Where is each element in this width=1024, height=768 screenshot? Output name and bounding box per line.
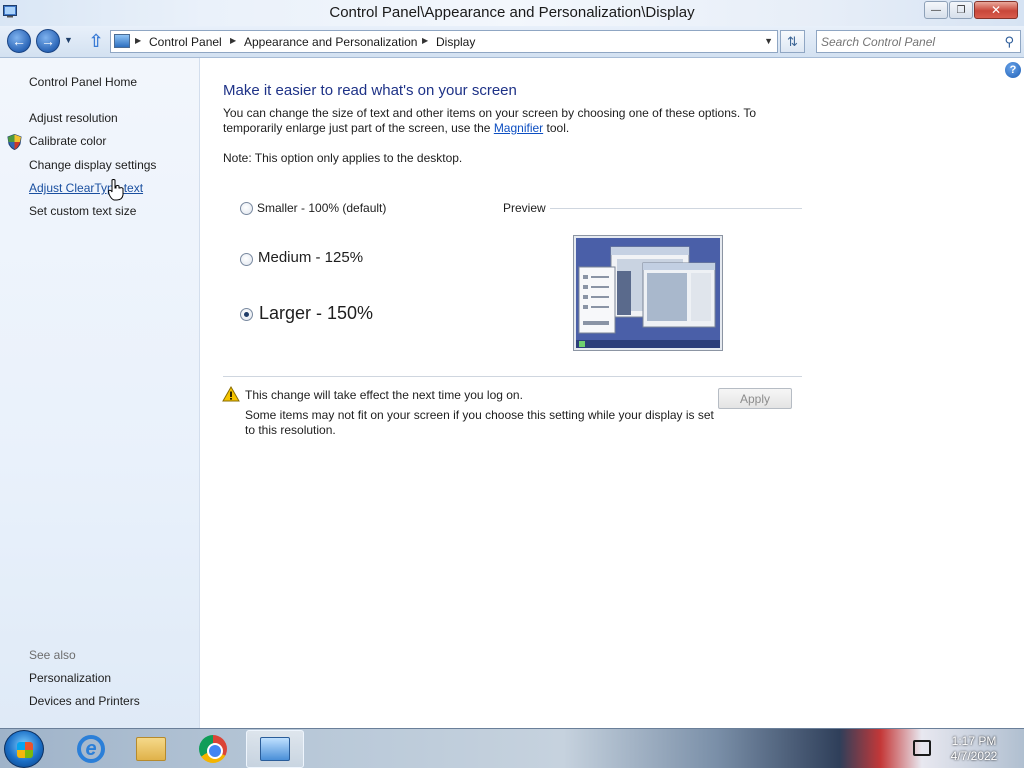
breadcrumb-control-panel[interactable]: Control Panel xyxy=(149,35,222,49)
radio-larger[interactable] xyxy=(240,308,253,321)
apply-button[interactable]: Apply xyxy=(718,388,792,409)
uac-shield-icon xyxy=(7,134,22,150)
window-title: Control Panel\Appearance and Personaliza… xyxy=(329,4,695,21)
search-input[interactable] xyxy=(821,34,996,50)
search-icon[interactable]: ⚲ xyxy=(1004,34,1014,50)
breadcrumb-separator-icon[interactable]: ▶ xyxy=(135,36,141,45)
close-icon: ✕ xyxy=(990,3,1002,17)
breadcrumb-appearance[interactable]: Appearance and Personalization xyxy=(244,35,417,49)
taskbar-google-chrome[interactable] xyxy=(184,730,242,768)
desktop-note: Note: This option only applies to the de… xyxy=(223,151,463,165)
radio-medium[interactable] xyxy=(240,253,253,266)
refresh-icon: ⇅ xyxy=(787,34,798,49)
internet-explorer-icon: e xyxy=(77,735,105,763)
preview-divider xyxy=(550,208,802,209)
clock-time: 1:17 PM xyxy=(951,734,997,748)
clock-date: 4/7/2022 xyxy=(950,749,998,763)
warning-icon xyxy=(222,386,240,402)
forward-button[interactable]: → xyxy=(36,29,60,53)
preview-thumbnail xyxy=(573,235,723,351)
refresh-button[interactable]: ⇅ xyxy=(780,30,805,53)
preview-label: Preview xyxy=(503,201,546,215)
description-text-end: tool. xyxy=(543,121,570,135)
back-button[interactable]: ← xyxy=(7,29,31,53)
forward-arrow-icon: → xyxy=(41,33,55,49)
magnifier-link[interactable]: Magnifier xyxy=(494,121,543,135)
sidebar-item-adjust-cleartype[interactable]: Adjust ClearType text xyxy=(29,181,143,195)
title-bar: Control Panel\Appearance and Personaliza… xyxy=(0,0,1024,26)
folder-icon xyxy=(136,737,166,761)
taskbar: e 1:17 PM 4/7/2022 xyxy=(0,728,1024,768)
chrome-icon xyxy=(199,735,227,763)
taskbar-control-panel[interactable] xyxy=(246,730,304,768)
chevron-down-icon: ▼ xyxy=(64,35,73,45)
taskbar-internet-explorer[interactable]: e xyxy=(62,730,120,768)
page-description: You can change the size of text and othe… xyxy=(223,106,783,136)
hand-cursor-icon xyxy=(108,179,124,201)
page-title: Make it easier to read what's on your sc… xyxy=(223,82,517,99)
sidebar-item-devices-printers[interactable]: Devices and Printers xyxy=(29,694,140,708)
up-arrow-icon: ⇧ xyxy=(88,31,104,51)
sidebar-item-custom-text-size[interactable]: Set custom text size xyxy=(29,204,136,218)
restore-button[interactable]: ❐ xyxy=(949,1,973,19)
window-controls: — ❐ ✕ xyxy=(923,1,1018,19)
start-button[interactable] xyxy=(4,730,44,768)
option-label-medium[interactable]: Medium - 125% xyxy=(258,249,363,266)
network-icon[interactable] xyxy=(913,740,931,756)
breadcrumb-display[interactable]: Display xyxy=(436,35,475,49)
taskbar-windows-explorer[interactable] xyxy=(122,730,180,768)
search-box[interactable]: ⚲ xyxy=(816,30,1021,53)
breadcrumb-separator-icon[interactable]: ▶ xyxy=(422,36,428,45)
recent-pages-dropdown[interactable]: ▼ xyxy=(64,35,73,45)
address-dropdown-icon[interactable]: ▼ xyxy=(764,36,773,46)
task-pane: Control Panel Home Adjust resolution Cal… xyxy=(0,58,200,728)
control-panel-icon xyxy=(114,34,130,48)
sidebar-item-adjust-resolution[interactable]: Adjust resolution xyxy=(29,111,118,125)
warning-detail: Some items may not fit on your screen if… xyxy=(245,408,714,437)
sidebar-item-change-display-settings[interactable]: Change display settings xyxy=(29,158,156,172)
section-divider xyxy=(223,376,802,377)
minimize-icon: — xyxy=(931,4,941,16)
option-label-smaller[interactable]: Smaller - 100% (default) xyxy=(257,201,386,215)
system-clock[interactable]: 1:17 PM 4/7/2022 xyxy=(944,734,1004,764)
breadcrumb-separator-icon[interactable]: ▶ xyxy=(230,36,236,45)
control-panel-icon xyxy=(260,737,290,761)
restore-icon: ❐ xyxy=(956,4,966,16)
sidebar-item-personalization[interactable]: Personalization xyxy=(29,671,111,685)
option-label-larger[interactable]: Larger - 150% xyxy=(259,303,373,324)
help-icon[interactable]: ? xyxy=(1005,62,1021,78)
radio-smaller[interactable] xyxy=(240,202,253,215)
close-button[interactable]: ✕ xyxy=(974,1,1018,19)
description-text: You can change the size of text and othe… xyxy=(223,106,757,135)
see-also-heading: See also xyxy=(29,648,76,662)
back-arrow-icon: ← xyxy=(12,33,26,49)
navigation-bar: ← → ▼ ⇧ ▶ Control Panel ▶ Appearance and… xyxy=(0,26,1024,58)
sidebar-item-control-panel-home[interactable]: Control Panel Home xyxy=(29,75,137,89)
up-button[interactable]: ⇧ xyxy=(86,31,106,51)
sidebar-item-calibrate-color[interactable]: Calibrate color xyxy=(29,134,106,148)
address-bar[interactable]: ▶ Control Panel ▶ Appearance and Persona… xyxy=(110,30,778,53)
minimize-button[interactable]: — xyxy=(924,1,948,19)
warning-message: This change will take effect the next ti… xyxy=(245,388,523,402)
